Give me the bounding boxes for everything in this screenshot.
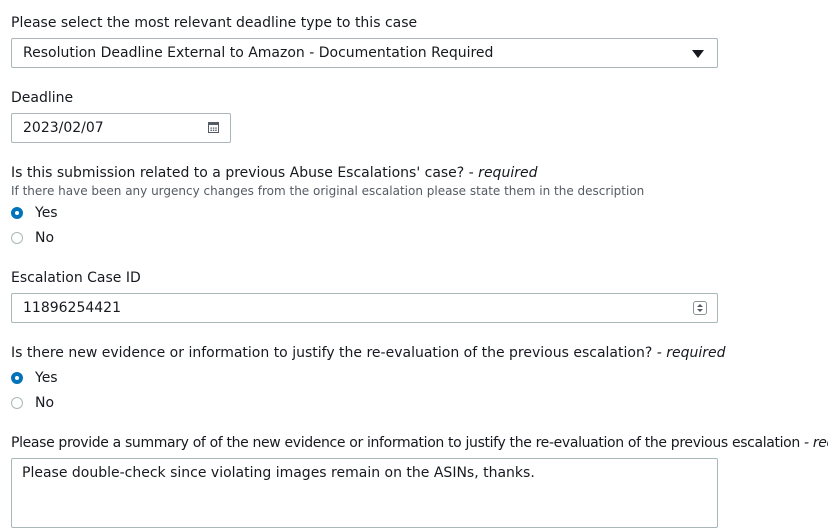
required-marker: - required [804,435,828,451]
deadline-type-label: Please select the most relevant deadline… [11,15,418,31]
new-evidence-question: Is there new evidence or information to … [11,344,726,362]
escalation-case-id-label: Escalation Case ID [11,270,141,286]
previous-case-option-no[interactable]: No [11,229,131,247]
calendar-icon[interactable] [208,122,219,133]
escalation-case-id-input[interactable]: 11896254421 [11,293,718,323]
spinner-icon[interactable] [693,301,707,315]
option-label-yes: Yes [35,205,58,221]
radio-unselected-icon[interactable] [11,397,23,409]
spinner-up-icon[interactable] [697,304,703,307]
option-label-no: No [35,395,55,411]
deadline-date-input[interactable]: 2023/02/07 [11,113,231,143]
required-marker: - required [652,345,726,361]
deadline-label: Deadline [11,90,74,106]
new-evidence-option-yes[interactable]: Yes [11,369,131,387]
deadline-date-value: 2023/02/07 [23,120,104,136]
summary-label: Please provide a summary of of the new e… [11,435,800,451]
deadline-type-value: Resolution Deadline External to Amazon -… [23,45,494,61]
deadline-type-select[interactable]: Resolution Deadline External to Amazon -… [11,38,718,68]
radio-selected-icon[interactable] [11,372,23,384]
previous-case-question: Is this submission related to a previous… [11,164,537,182]
required-marker: - required [464,165,538,181]
previous-case-help-text: If there have been any urgency changes f… [11,184,645,198]
new-evidence-label: Is there new evidence or information to … [11,345,653,361]
caret-down-icon [692,50,704,58]
new-evidence-option-no[interactable]: No [11,394,131,412]
previous-case-option-yes[interactable]: Yes [11,204,131,222]
escalation-case-id-value: 11896254421 [23,300,121,316]
radio-unselected-icon[interactable] [11,232,23,244]
summary-question: Please provide a summary of of the new e… [11,434,828,452]
spinner-down-icon[interactable] [697,309,703,312]
option-label-yes: Yes [35,370,58,386]
summary-textarea[interactable]: Please double-check since violating imag… [11,458,718,528]
radio-selected-icon[interactable] [11,207,23,219]
option-label-no: No [35,230,55,246]
previous-case-label: Is this submission related to a previous… [11,165,465,181]
